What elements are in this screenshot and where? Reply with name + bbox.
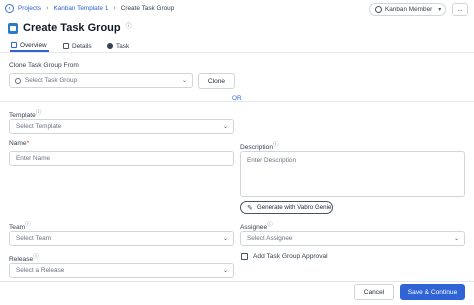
info-icon[interactable]: ⓘ: [267, 222, 273, 228]
template-select[interactable]: Select Template ⌄: [9, 119, 234, 134]
tab-task-label: Task: [116, 42, 130, 50]
title-row: Create Task Group ⓘ: [8, 22, 132, 34]
chevron-right-icon: ›: [113, 5, 116, 12]
clone-placeholder: Select Task Group: [25, 77, 78, 84]
chevron-down-icon: ⌄: [222, 236, 228, 242]
more-options-button[interactable]: ...: [452, 3, 468, 16]
clone-task-group-select[interactable]: Select Task Group ⌄: [9, 73, 193, 88]
member-role-dropdown[interactable]: Kanban Member ▾: [369, 3, 446, 16]
or-separator: OR: [232, 95, 242, 102]
name-input[interactable]: Enter Name: [9, 151, 234, 166]
approval-label[interactable]: Add Task Group Approval: [253, 253, 328, 260]
clone-button[interactable]: Clone: [198, 73, 235, 89]
generate-with-genie-button[interactable]: ✎ Generate with Vabro Genie: [240, 201, 333, 214]
cancel-button[interactable]: Cancel: [354, 284, 394, 300]
chevron-down-icon: ⌄: [181, 78, 187, 84]
clone-label: Clone Task Group From: [9, 62, 79, 69]
tab-overview[interactable]: Overview: [10, 40, 49, 52]
task-icon: [107, 43, 113, 49]
assignee-label: Assigneeⓘ: [240, 220, 273, 231]
description-textarea[interactable]: Enter Description: [240, 151, 465, 197]
info-icon[interactable]: ⓘ: [273, 142, 279, 148]
team-select[interactable]: Select Team ⌄: [9, 231, 234, 246]
save-continue-button[interactable]: Save & Continue: [400, 284, 465, 300]
assignee-placeholder: Select Assignee: [247, 235, 293, 242]
name-placeholder: Enter Name: [16, 155, 51, 162]
chevron-right-icon: ›: [46, 5, 49, 12]
overview-icon: [11, 42, 17, 48]
required-marker: *: [26, 140, 30, 147]
member-role-label: Kanban Member: [385, 6, 433, 13]
breadcrumb: Projects › Kanban Template 1 › Create Ta…: [18, 5, 174, 12]
info-icon[interactable]: ⓘ: [25, 222, 31, 228]
description-placeholder: Enter Description: [247, 157, 297, 164]
template-label: Templateⓘ: [9, 108, 41, 119]
chevron-down-icon: ⌄: [222, 268, 228, 274]
genie-button-label: Generate with Vabro Genie: [256, 204, 332, 211]
approval-checkbox[interactable]: [241, 253, 248, 260]
tab-task[interactable]: Task: [107, 40, 129, 52]
back-circle-icon[interactable]: ‹: [5, 4, 14, 13]
chevron-down-icon: ⌄: [453, 236, 459, 242]
name-label-text: Name: [9, 140, 27, 147]
magic-wand-icon: ✎: [247, 204, 253, 212]
details-icon: [63, 43, 69, 49]
top-bar: ‹ Projects › Kanban Template 1 › Create …: [0, 0, 474, 18]
tab-details[interactable]: Details: [63, 40, 92, 52]
breadcrumb-kanban-template[interactable]: Kanban Template 1: [53, 5, 108, 12]
description-label: Descriptionⓘ: [240, 140, 279, 151]
release-select[interactable]: Select a Release ⌄: [9, 263, 234, 278]
info-icon[interactable]: ⓘ: [126, 21, 132, 30]
release-placeholder: Select a Release: [16, 267, 65, 274]
info-icon[interactable]: ⓘ: [33, 254, 39, 260]
team-placeholder: Select Team: [16, 235, 52, 242]
footer-divider: [0, 281, 474, 282]
assignee-select[interactable]: Select Assignee ⌄: [240, 231, 465, 246]
chevron-down-icon: ▾: [438, 7, 442, 13]
tab-bar: Overview Details Task: [0, 38, 474, 53]
info-icon[interactable]: ⓘ: [36, 110, 42, 116]
release-label: Releaseⓘ: [9, 252, 39, 263]
breadcrumb-current: Create Task Group: [120, 5, 175, 12]
tab-overview-label: Overview: [20, 41, 47, 49]
template-placeholder: Select Template: [16, 123, 62, 130]
user-circle-icon: [375, 6, 382, 13]
page-title: Create Task Group: [23, 22, 121, 34]
chevron-down-icon: ⌄: [222, 124, 228, 130]
team-label: Teamⓘ: [9, 220, 31, 231]
name-label: Name*: [9, 140, 29, 147]
search-icon: [15, 78, 21, 84]
breadcrumb-projects[interactable]: Projects: [18, 5, 41, 12]
task-group-icon: [8, 22, 18, 34]
tab-details-label: Details: [72, 42, 92, 50]
